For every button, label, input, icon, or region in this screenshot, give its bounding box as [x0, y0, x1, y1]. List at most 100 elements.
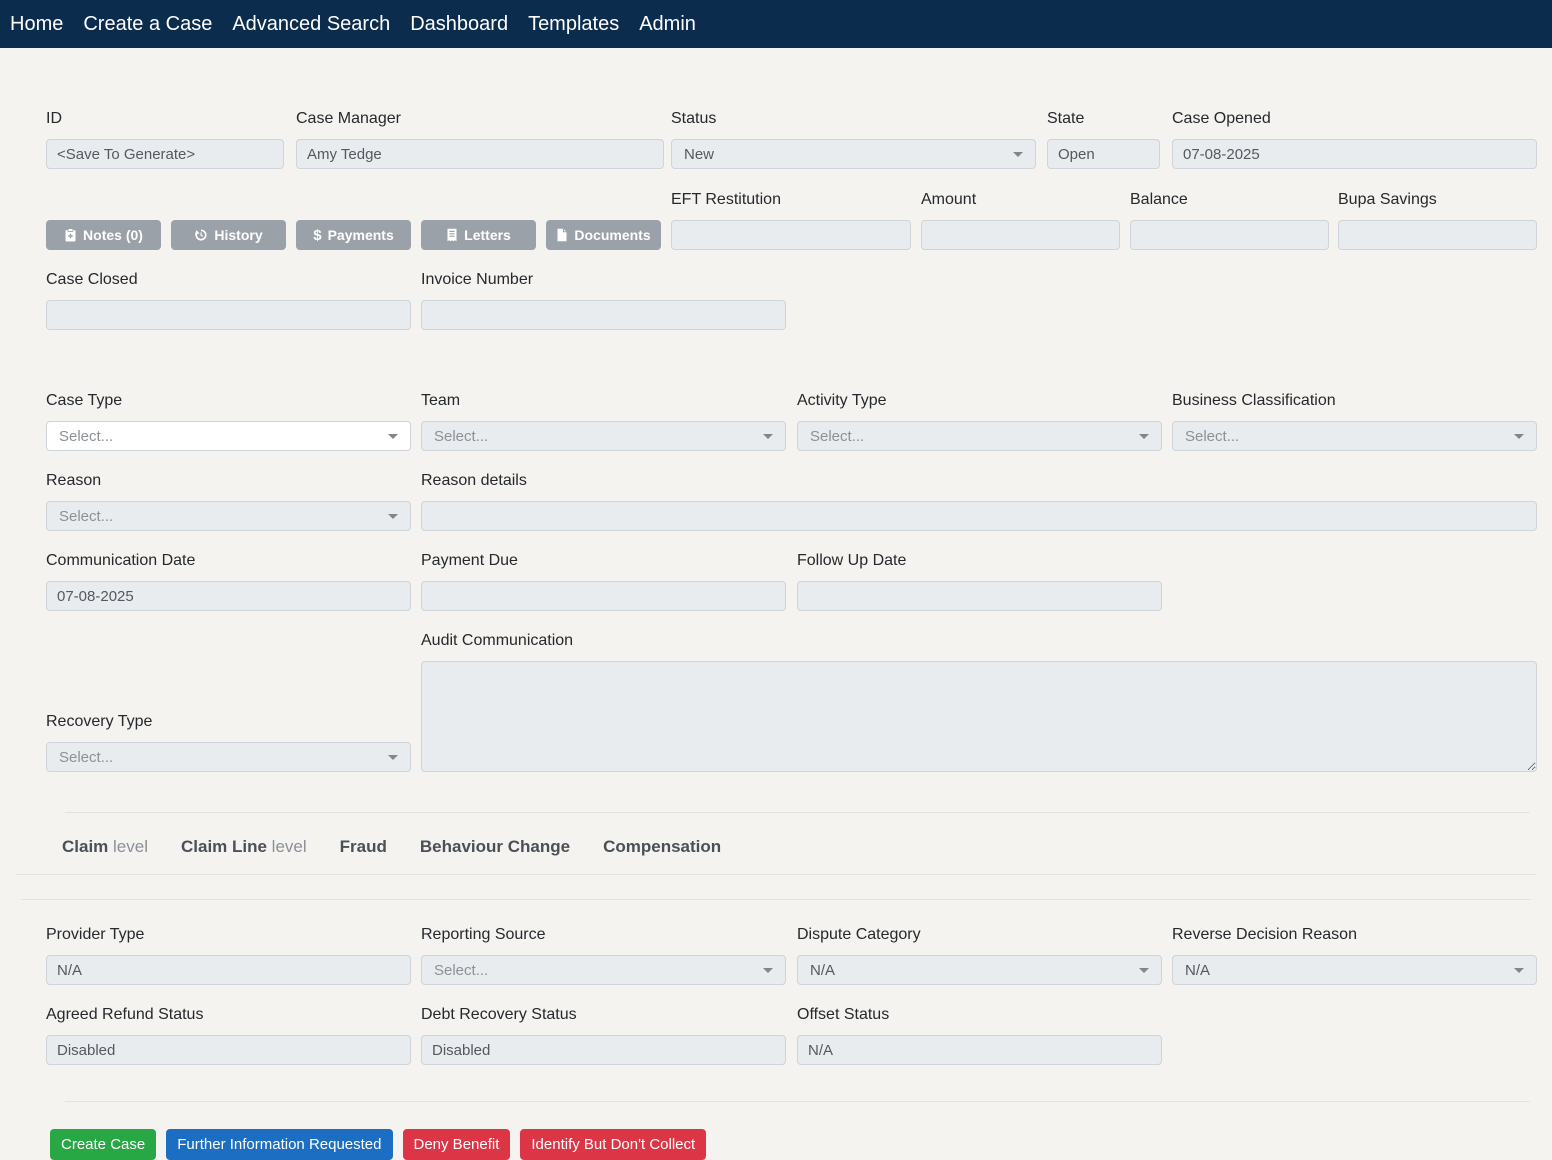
tab-label-strong: Claim [62, 837, 108, 856]
team-select[interactable]: Select... [421, 421, 786, 451]
chevron-down-icon [1514, 434, 1524, 439]
debt-recovery-status-label: Debt Recovery Status [421, 1006, 786, 1024]
recovery-type-label: Recovery Type [46, 713, 411, 731]
amount-input[interactable] [921, 220, 1120, 250]
case-closed-label: Case Closed [46, 271, 411, 289]
case-opened-input[interactable] [1172, 139, 1537, 169]
case-form: ID Case Manager Status New State Case Op… [0, 110, 1552, 1160]
deny-benefit-button[interactable]: Deny Benefit [403, 1129, 511, 1160]
reverse-decision-reason-select[interactable]: N/A [1172, 955, 1537, 985]
action-buttons: Create Case Further Information Requeste… [50, 1129, 1537, 1160]
nav-item-admin[interactable]: Admin [629, 0, 706, 48]
provider-type-label: Provider Type [46, 926, 411, 944]
nav-item-create-a-case[interactable]: Create a Case [73, 0, 222, 48]
reason-details-input[interactable] [421, 501, 1537, 531]
chevron-down-icon [388, 434, 398, 439]
notes-button[interactable]: Notes (0) [46, 220, 161, 250]
letters-button[interactable]: Letters [421, 220, 536, 250]
reporting-source-placeholder: Select... [434, 962, 488, 979]
status-select[interactable]: New [671, 139, 1036, 169]
further-information-requested-button[interactable]: Further Information Requested [166, 1129, 392, 1160]
field-offset-status: Offset Status [797, 1006, 1162, 1065]
audit-communication-textarea[interactable] [421, 661, 1537, 772]
field-bupa-savings: Bupa Savings [1338, 191, 1537, 250]
claim-panel-row-1: Provider Type Reporting Source Select...… [46, 926, 1537, 985]
documents-button[interactable]: Documents [546, 220, 661, 250]
follow-up-date-input[interactable] [797, 581, 1162, 611]
communication-date-input[interactable] [46, 581, 411, 611]
divider [65, 1101, 1530, 1102]
team-placeholder: Select... [434, 428, 488, 445]
communication-date-label: Communication Date [46, 552, 411, 570]
field-amount: Amount [921, 191, 1120, 250]
tab-label-rest: level [108, 837, 148, 856]
nav-item-templates[interactable]: Templates [518, 0, 629, 48]
notes-icon [64, 228, 77, 242]
offset-status-input[interactable] [797, 1035, 1162, 1065]
balance-input[interactable] [1130, 220, 1329, 250]
dates-row: Communication Date Payment Due Follow Up… [46, 552, 1537, 611]
field-provider-type: Provider Type [46, 926, 411, 985]
bupa-savings-input[interactable] [1338, 220, 1537, 250]
chevron-down-icon [388, 755, 398, 760]
field-case-opened: Case Opened [1172, 110, 1537, 169]
debt-recovery-status-input[interactable] [421, 1035, 786, 1065]
recovery-type-select[interactable]: Select... [46, 742, 411, 772]
dispute-category-select[interactable]: N/A [797, 955, 1162, 985]
reason-label: Reason [46, 472, 411, 490]
activity-type-select[interactable]: Select... [797, 421, 1162, 451]
reason-select[interactable]: Select... [46, 501, 411, 531]
case-opened-label: Case Opened [1172, 110, 1537, 128]
field-eft-restitution: EFT Restitution [671, 191, 911, 250]
identify-but-dont-collect-button[interactable]: Identify But Don't Collect [520, 1129, 706, 1160]
tab-label-rest: level [267, 837, 307, 856]
divider [65, 812, 1530, 813]
invoice-number-input[interactable] [421, 300, 786, 330]
status-value: New [684, 146, 714, 163]
tab-compensation[interactable]: Compensation [603, 835, 721, 859]
field-communication-date: Communication Date [46, 552, 411, 611]
field-id: ID [46, 110, 284, 169]
provider-type-input[interactable] [46, 955, 411, 985]
payments-button[interactable]: $ Payments [296, 220, 411, 250]
divider [21, 899, 1531, 900]
id-input[interactable] [46, 139, 284, 169]
tab-fraud[interactable]: Fraud [340, 835, 387, 859]
activity-type-placeholder: Select... [810, 428, 864, 445]
create-case-button[interactable]: Create Case [50, 1129, 156, 1160]
state-input[interactable] [1047, 139, 1160, 169]
agreed-refund-status-input[interactable] [46, 1035, 411, 1065]
case-manager-input[interactable] [296, 139, 664, 169]
classification-row: Case Type Select... Team Select... Activ… [46, 392, 1537, 451]
payment-due-label: Payment Due [421, 552, 786, 570]
audit-communication-label: Audit Communication [421, 632, 1537, 650]
chevron-down-icon [1139, 968, 1149, 973]
business-classification-label: Business Classification [1172, 392, 1537, 410]
reporting-source-select[interactable]: Select... [421, 955, 786, 985]
reporting-source-label: Reporting Source [421, 926, 786, 944]
eft-restitution-input[interactable] [671, 220, 911, 250]
reverse-decision-reason-label: Reverse Decision Reason [1172, 926, 1537, 944]
divider [16, 874, 1536, 875]
nav-item-dashboard[interactable]: Dashboard [400, 0, 518, 48]
history-button[interactable]: History [171, 220, 286, 250]
recovery-row: Recovery Type Select... Audit Communicat… [46, 632, 1537, 772]
dollar-icon: $ [313, 228, 321, 243]
tab-behaviour-change[interactable]: Behaviour Change [420, 835, 570, 859]
payment-due-input[interactable] [421, 581, 786, 611]
tab-claim-level[interactable]: Claim level [62, 835, 148, 859]
dispute-category-label: Dispute Category [797, 926, 1162, 944]
tab-claim-line-level[interactable]: Claim Line level [181, 835, 307, 859]
claim-tabs: Claim level Claim Line level Fraud Behav… [62, 835, 1537, 859]
tab-label-strong: Behaviour Change [420, 837, 570, 856]
field-follow-up-date: Follow Up Date [797, 552, 1162, 611]
team-label: Team [421, 392, 786, 410]
field-reason-details: Reason details [421, 472, 1537, 531]
business-classification-select[interactable]: Select... [1172, 421, 1537, 451]
field-invoice-number: Invoice Number [421, 271, 786, 330]
nav-item-advanced-search[interactable]: Advanced Search [222, 0, 400, 48]
case-type-select[interactable]: Select... [46, 421, 411, 451]
payments-button-label: Payments [328, 227, 394, 243]
case-closed-input[interactable] [46, 300, 411, 330]
nav-item-home[interactable]: Home [0, 0, 73, 48]
